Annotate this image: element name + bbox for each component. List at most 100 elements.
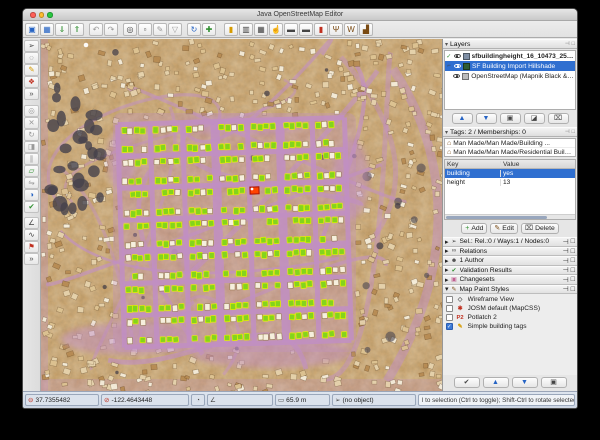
close-panel-icon[interactable]: □ bbox=[571, 257, 575, 264]
longitude-field[interactable]: ⊘ -122.4643448 bbox=[101, 394, 189, 406]
zoom-button[interactable]: ◎ bbox=[123, 23, 137, 36]
redo-button[interactable]: ↷ bbox=[104, 23, 118, 36]
tag-row[interactable]: building yes bbox=[445, 169, 575, 178]
refresh-button[interactable]: ↻ bbox=[187, 23, 201, 36]
style-preferences-button[interactable]: ▣ bbox=[541, 377, 567, 388]
dock-icon[interactable]: ⊣ bbox=[563, 285, 569, 293]
active-layer-icon[interactable]: ✓ bbox=[446, 53, 452, 60]
scrollbar-thumb[interactable] bbox=[446, 216, 547, 219]
delete-tool[interactable]: ✕ bbox=[24, 117, 39, 129]
expand-icon[interactable]: ▸ bbox=[445, 276, 449, 284]
extrude-tool[interactable]: ◨ bbox=[24, 141, 39, 153]
active-layer-icon[interactable]: ⌐ bbox=[446, 63, 452, 69]
dock-icon[interactable]: ⊣ bbox=[563, 266, 569, 274]
preset-wikipedia-button[interactable]: W bbox=[344, 23, 358, 36]
layer-up-button[interactable]: ▲ bbox=[452, 113, 473, 124]
section-relations[interactable]: ▸ ∞ Relations ⊣ □ bbox=[443, 247, 577, 257]
preset-city-button[interactable]: ▟ bbox=[359, 23, 373, 36]
add-tag-button[interactable]: + Add bbox=[461, 223, 487, 234]
rotate-tool[interactable]: ↻ bbox=[24, 129, 39, 141]
follow-line-tool[interactable]: ∿ bbox=[24, 229, 39, 241]
title-bar[interactable]: Java OpenStreetMap Editor bbox=[23, 9, 577, 21]
download-button[interactable]: ⇓ bbox=[55, 23, 69, 36]
style-down-button[interactable]: ▼ bbox=[512, 377, 538, 388]
close-panel-icon[interactable]: □ bbox=[571, 248, 575, 255]
heading-field[interactable]: ∠ bbox=[207, 394, 273, 406]
close-panel-icon[interactable]: □ bbox=[571, 238, 575, 245]
style-checkbox[interactable]: ✓ bbox=[446, 305, 453, 312]
expand-icon[interactable]: ▸ bbox=[445, 238, 449, 246]
collapse-icon[interactable]: ▾ bbox=[445, 129, 448, 136]
save-button[interactable]: ▦ bbox=[40, 23, 54, 36]
add-marker-tool[interactable]: ⚑ bbox=[24, 241, 39, 253]
preset-hand-button[interactable]: ☝ bbox=[269, 23, 283, 36]
more-modes-toggle[interactable]: » bbox=[24, 88, 39, 100]
layer-row[interactable]: OpenStreetMap (Mapnik Black & White) bbox=[445, 71, 575, 81]
preset-crossing-button[interactable]: ▦ bbox=[254, 23, 268, 36]
layers-panel-header[interactable]: ▾ Layers ⊣ □ bbox=[443, 39, 577, 49]
preset-road-button[interactable]: ▮ bbox=[224, 23, 238, 36]
select-tool[interactable]: ➢ bbox=[24, 40, 39, 52]
close-panel-icon[interactable]: □ bbox=[571, 276, 575, 283]
layer-row[interactable]: ⌐ SF Building Import Hillshade bbox=[445, 61, 575, 71]
dock-icon[interactable]: ⊣ bbox=[563, 276, 569, 284]
expand-icon[interactable]: ▾ bbox=[445, 285, 449, 293]
minimize-window-button[interactable] bbox=[39, 12, 45, 18]
scale-field[interactable]: ▭ 65.9 m bbox=[275, 394, 330, 406]
style-wireframe[interactable]: ✓ ◇ Wireframe View bbox=[443, 295, 577, 304]
section-authors[interactable]: ▸ ☻ 1 Author ⊣ □ bbox=[443, 256, 577, 266]
clock-field[interactable]: ◔ bbox=[191, 394, 205, 406]
delete-tag-button[interactable]: ⌧ Delete bbox=[521, 223, 559, 234]
draw-nodes-tool[interactable]: ✎ bbox=[24, 64, 39, 76]
preset-restaurant-button[interactable]: Ψ bbox=[329, 23, 343, 36]
preset-row[interactable]: ⌂ Man Made/Man Made/Residential Building… bbox=[445, 148, 575, 157]
dock-icon[interactable]: ⊣ bbox=[563, 257, 569, 265]
filter-button[interactable]: ▽ bbox=[168, 23, 182, 36]
preferences-button[interactable]: ▫ bbox=[138, 23, 152, 36]
hovered-object-field[interactable]: ➢ (no object) bbox=[332, 394, 416, 406]
section-changesets[interactable]: ▸ ▣ Changesets ⊣ □ bbox=[443, 275, 577, 285]
preset-door-button[interactable]: ▮ bbox=[314, 23, 328, 36]
visibility-eye-icon[interactable] bbox=[453, 74, 460, 79]
map-canvas[interactable] bbox=[41, 39, 442, 391]
merge-tool[interactable]: ✔ bbox=[24, 201, 39, 213]
latitude-field[interactable]: ⊖ 37.7355482 bbox=[25, 394, 99, 406]
shape-tool[interactable]: ▱ bbox=[24, 165, 39, 177]
upload-button[interactable]: ⇑ bbox=[70, 23, 84, 36]
zoom-window-button[interactable] bbox=[47, 12, 53, 18]
visibility-eye-icon[interactable] bbox=[454, 64, 461, 69]
close-window-button[interactable] bbox=[30, 12, 36, 18]
parallel-tool[interactable]: ∥ bbox=[24, 153, 39, 165]
style-checkbox[interactable]: ✓ bbox=[446, 314, 453, 321]
improve-way-tool[interactable]: ❖ bbox=[24, 76, 39, 88]
preset-bus-button[interactable]: ▬ bbox=[299, 23, 313, 36]
tag-row[interactable]: height 13 bbox=[445, 178, 575, 187]
expand-icon[interactable]: ▸ bbox=[445, 257, 449, 265]
close-panel-icon[interactable]: □ bbox=[572, 41, 575, 47]
move-button[interactable]: ✚ bbox=[202, 23, 216, 36]
preset-building-button[interactable]: ▥ bbox=[239, 23, 253, 36]
tags-panel-header[interactable]: ▾ Tags: 2 / Memberships: 0 ⊣ □ bbox=[443, 127, 577, 137]
preset-car-button[interactable]: ▬ bbox=[284, 23, 298, 36]
mirror-tool[interactable]: ⇋ bbox=[24, 177, 39, 189]
collapse-icon[interactable]: ▾ bbox=[445, 41, 448, 48]
horizontal-scrollbar[interactable] bbox=[445, 214, 575, 219]
zoom-tool[interactable]: ◎ bbox=[24, 105, 39, 117]
close-panel-icon[interactable]: □ bbox=[571, 286, 575, 293]
style-checkbox[interactable]: ✓ bbox=[446, 296, 453, 303]
visibility-eye-icon[interactable] bbox=[454, 54, 461, 59]
layer-down-button[interactable]: ▼ bbox=[476, 113, 497, 124]
style-josm-default[interactable]: ✓ ✱ JOSM default (MapCSS) bbox=[443, 304, 577, 313]
layer-duplicate-button[interactable]: ▣ bbox=[500, 113, 521, 124]
style-up-button[interactable]: ▲ bbox=[483, 377, 509, 388]
close-panel-icon[interactable]: □ bbox=[572, 129, 575, 135]
style-checkbox[interactable]: ✓ bbox=[446, 323, 453, 330]
more-tools-toggle[interactable]: » bbox=[24, 253, 39, 265]
expand-icon[interactable]: ▸ bbox=[445, 247, 449, 255]
dock-icon[interactable]: ⊣ bbox=[563, 238, 569, 246]
layer-delete-button[interactable]: ⌧ bbox=[548, 113, 569, 124]
lasso-tool[interactable]: ◌ bbox=[24, 52, 39, 64]
dock-icon[interactable]: ⊣ bbox=[565, 41, 570, 47]
close-panel-icon[interactable]: □ bbox=[571, 267, 575, 274]
draw-style-button[interactable]: ✎ bbox=[153, 23, 167, 36]
